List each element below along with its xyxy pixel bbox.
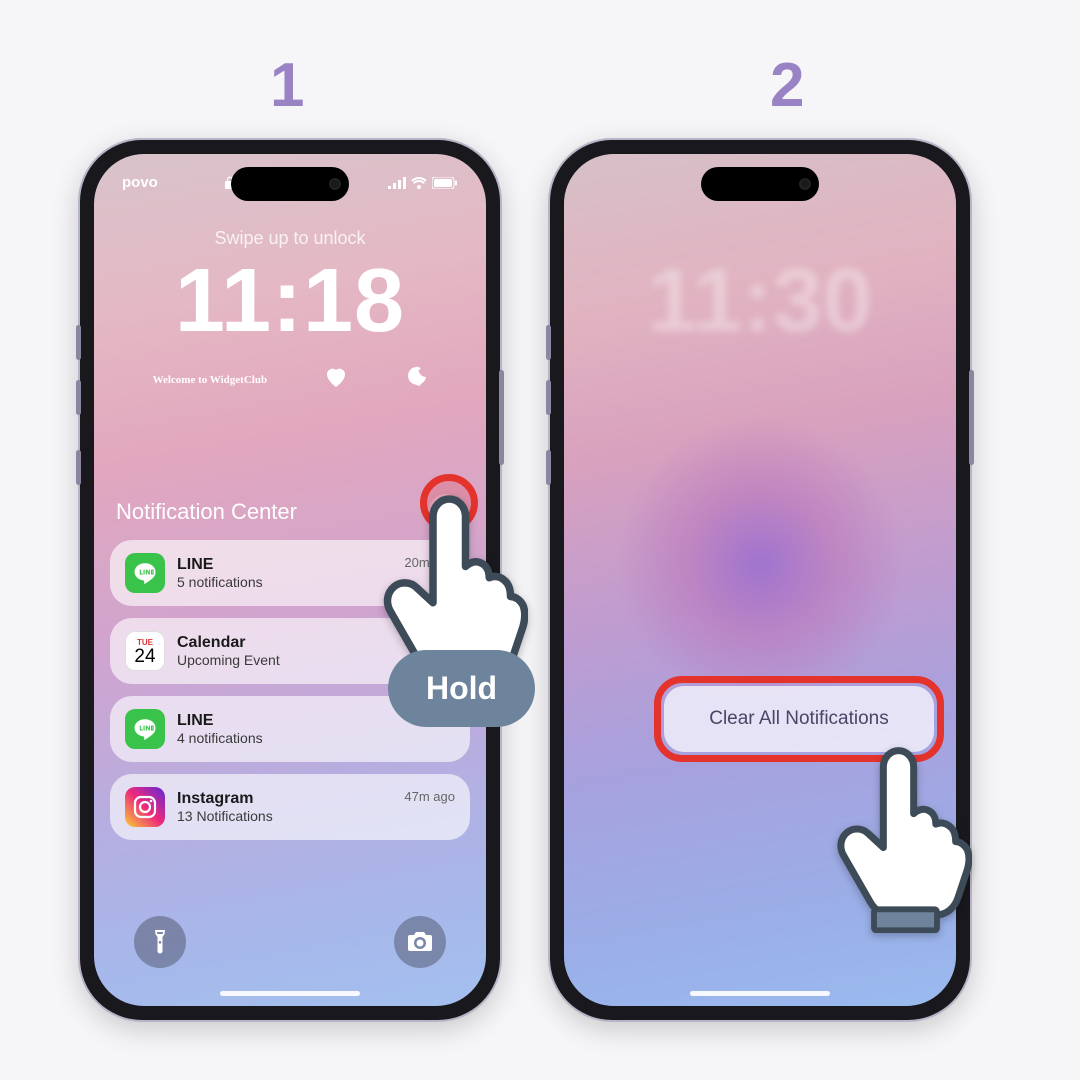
clock-time: 11:18 xyxy=(94,250,486,353)
welcome-widget: Welcome to WidgetClub xyxy=(153,374,267,386)
notification-subtitle: 4 notifications xyxy=(177,730,443,746)
notification-center-title: Notification Center xyxy=(116,499,297,525)
step-number-1: 1 xyxy=(270,50,304,121)
calendar-app-icon: TUE 24 xyxy=(125,631,165,671)
notification-app-name: LINE xyxy=(177,556,392,574)
camera-button[interactable] xyxy=(394,916,446,968)
widgets-row: Welcome to WidgetClub xyxy=(94,366,486,393)
tap-gesture-icon xyxy=(832,746,972,938)
moon-icon xyxy=(405,366,427,393)
step-number-2: 2 xyxy=(770,50,804,121)
flashlight-button[interactable] xyxy=(134,916,186,968)
notification-subtitle: 13 Notifications xyxy=(177,808,392,824)
instagram-app-icon xyxy=(125,787,165,827)
status-bar: povo xyxy=(94,174,486,191)
heart-icon xyxy=(324,366,348,393)
swipe-hint: Swipe up to unlock xyxy=(94,228,486,249)
line-app-icon xyxy=(125,709,165,749)
carrier-label: povo xyxy=(122,174,158,191)
battery-icon xyxy=(432,177,458,189)
clock-time-blurred: 11:30 xyxy=(564,250,956,353)
notification-item[interactable]: Instagram 13 Notifications 47m ago xyxy=(110,774,470,840)
lock-screen-controls xyxy=(94,916,486,968)
home-indicator[interactable] xyxy=(220,991,360,996)
notification-subtitle: Upcoming Event xyxy=(177,652,392,668)
signal-icon xyxy=(388,177,406,189)
dynamic-island xyxy=(701,167,819,201)
notification-time: 47m ago xyxy=(404,789,455,804)
wifi-icon xyxy=(411,177,427,189)
status-indicators xyxy=(388,174,458,191)
line-app-icon xyxy=(125,553,165,593)
home-indicator[interactable] xyxy=(690,991,830,996)
notification-app-name: Instagram xyxy=(177,790,392,808)
notification-app-name: Calendar xyxy=(177,634,392,652)
notification-subtitle: 5 notifications xyxy=(177,574,392,590)
hold-label: Hold xyxy=(388,650,535,727)
